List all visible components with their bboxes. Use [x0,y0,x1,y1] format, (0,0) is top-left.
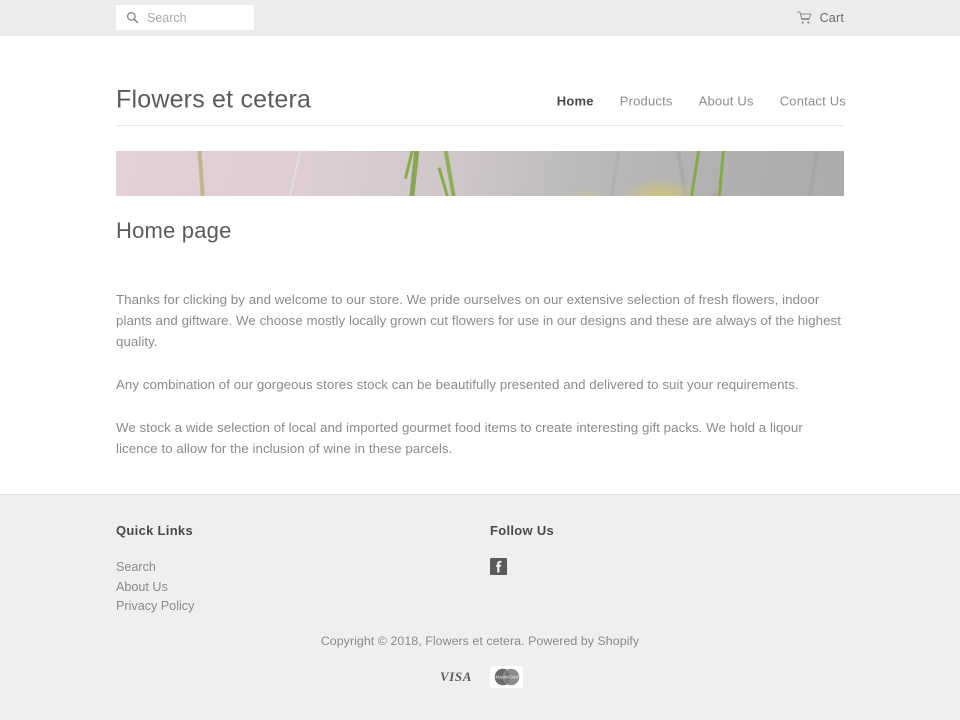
facebook-icon[interactable] [490,558,507,575]
site-title[interactable]: Flowers et cetera [116,86,311,115]
search-icon [127,12,139,24]
page-title: Home page [116,218,232,243]
nav-item-home[interactable]: Home [557,94,594,109]
payment-methods: VISA MasterCard [0,665,960,689]
body-paragraph: We stock a wide selection of local and i… [116,420,803,456]
footer-columns: Quick Links Search About Us Privacy Poli… [116,495,844,617]
footer-link-privacy-policy[interactable]: Privacy Policy [116,597,490,617]
page-body-text: Thanks for clicking by and welcome to ou… [116,289,844,459]
shopping-cart-icon [796,11,812,24]
hero-stem-decoration [689,151,702,196]
top-utility-bar: Cart [0,0,960,36]
search-input[interactable] [147,10,246,25]
copyright-text: Copyright © 2018, Flowers et cetera. Pow… [320,634,640,648]
svg-text:MasterCard: MasterCard [496,675,519,680]
site-masthead: Flowers et cetera Home Products About Us… [0,36,960,125]
main-navigation: Home Products About Us Contact Us [557,94,846,109]
visa-icon: VISA [440,669,472,684]
nav-item-contact-us[interactable]: Contact Us [780,94,846,109]
mastercard-icon: MasterCard [490,666,523,688]
nav-item-products[interactable]: Products [620,94,673,109]
cart-label: Cart [819,11,844,25]
footer-heading-quick-links: Quick Links [116,523,193,538]
footer-bottom-bar: Copyright © 2018, Flowers et cetera. Pow… [0,634,960,689]
hero-stem-decoration [403,151,416,179]
hero-stem-decoration [437,167,450,196]
footer-heading-follow-us: Follow Us [490,523,555,538]
footer-follow-us-column: Follow Us [490,523,844,617]
cart-button[interactable]: Cart [796,0,844,36]
hero-banner-image [116,151,844,196]
main-content: Home page Thanks for clicking by and wel… [116,218,844,459]
site-footer: Quick Links Search About Us Privacy Poli… [0,494,960,720]
header-divider [116,125,844,126]
footer-link-search[interactable]: Search [116,558,490,578]
hero-banner-wrapper [116,151,844,196]
nav-item-about-us[interactable]: About Us [699,94,754,109]
footer-quick-links-column: Quick Links Search About Us Privacy Poli… [116,523,490,617]
body-paragraph: Thanks for clicking by and welcome to ou… [116,292,842,349]
body-paragraph: Any combination of our gorgeous stores s… [116,377,799,392]
hero-stem-decoration [717,151,726,196]
footer-link-about-us[interactable]: About Us [116,578,490,598]
search-box[interactable] [116,5,254,30]
svg-text:VISA: VISA [440,669,472,684]
